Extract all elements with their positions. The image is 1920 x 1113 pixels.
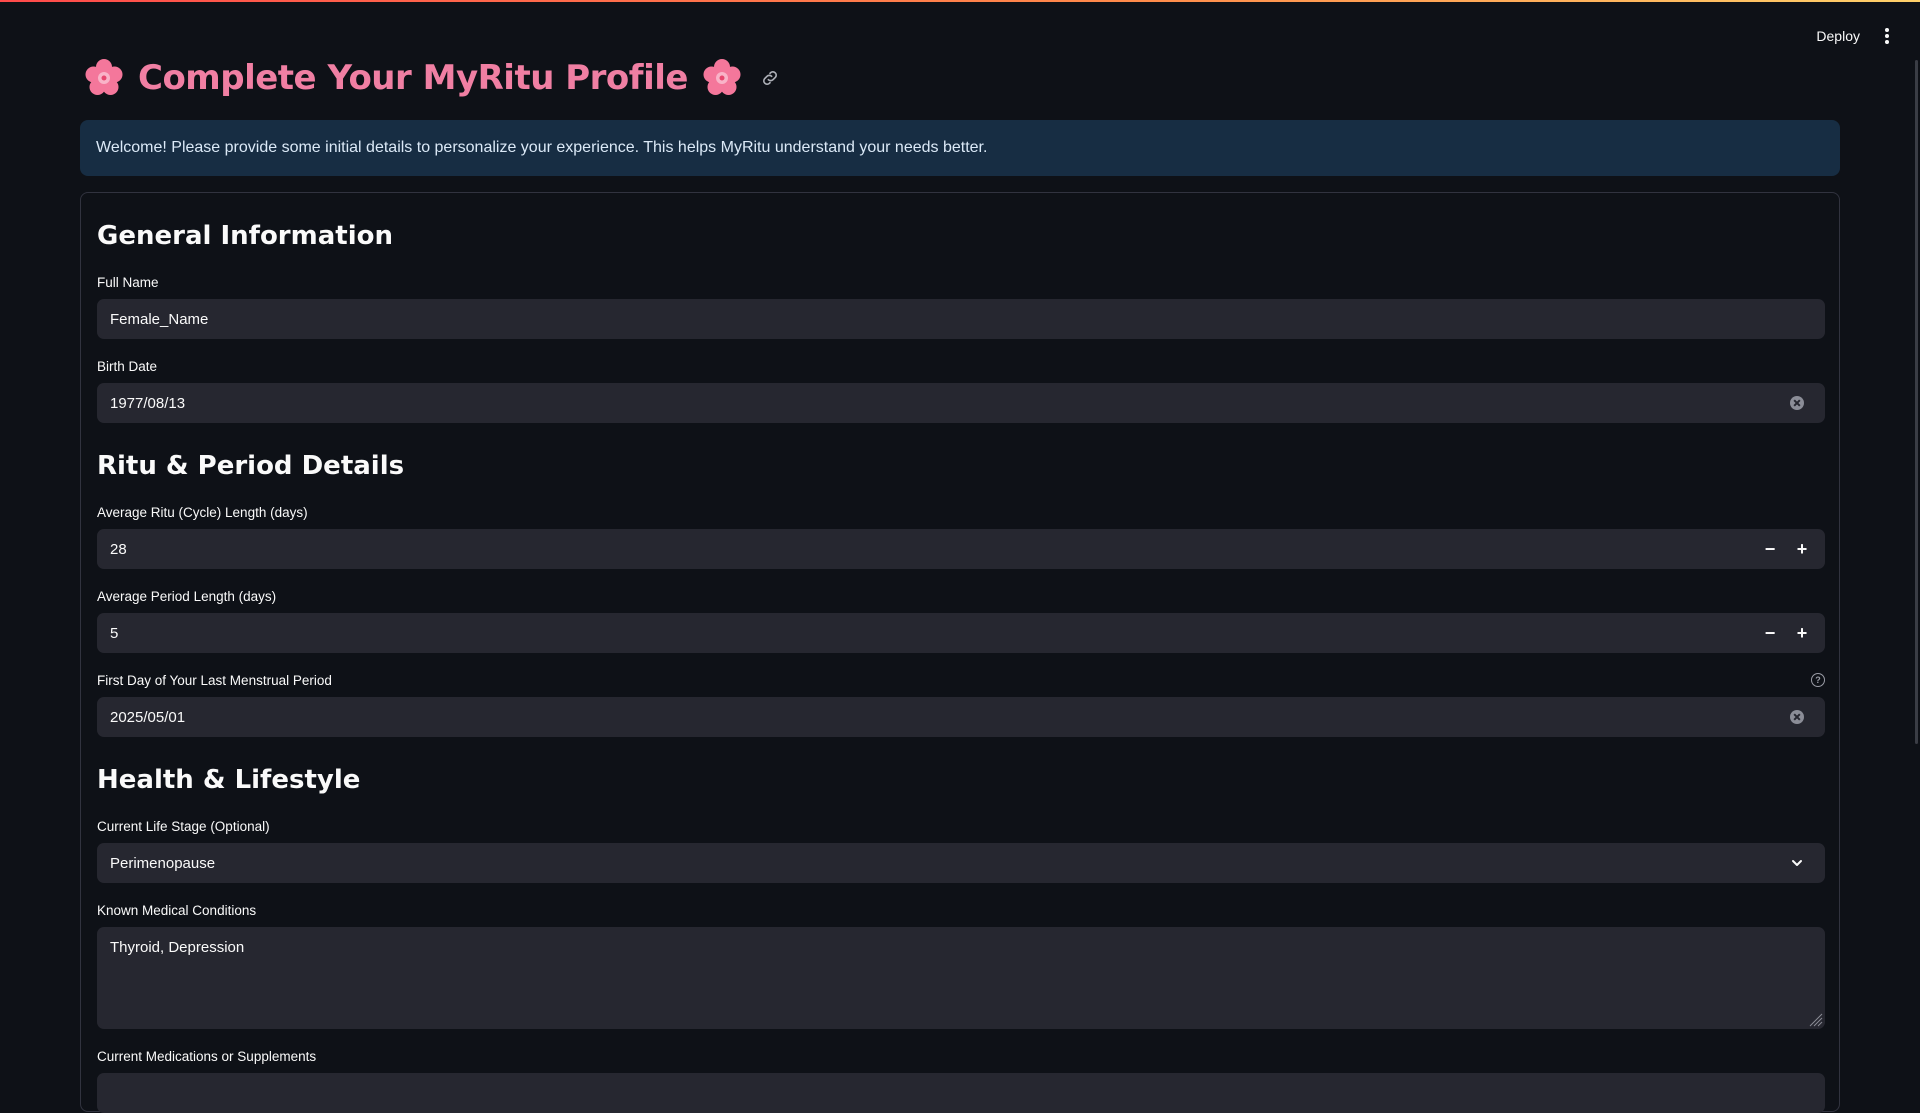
section-heading-general: General Information bbox=[97, 221, 393, 251]
section-heading-ritu: Ritu & Period Details bbox=[97, 451, 405, 481]
welcome-banner: Welcome! Please provide some initial det… bbox=[80, 120, 1840, 176]
birth-date-input[interactable]: 1977/08/13 bbox=[97, 383, 1825, 423]
app-toolbar: Deploy bbox=[1816, 22, 1894, 50]
period-length-input[interactable]: 5 − + bbox=[97, 613, 1825, 653]
medical-conditions-value: Thyroid, Depression bbox=[110, 939, 245, 956]
page-title: Complete Your MyRitu Profile bbox=[138, 58, 688, 98]
birth-date-label: Birth Date bbox=[97, 359, 158, 374]
cherry-blossom-icon bbox=[703, 59, 741, 95]
decrement-button[interactable]: − bbox=[1764, 540, 1776, 558]
clear-icon[interactable] bbox=[1790, 396, 1804, 410]
clear-icon[interactable] bbox=[1790, 710, 1804, 724]
medications-input[interactable] bbox=[97, 1073, 1825, 1113]
period-length-stepper: − + bbox=[1764, 624, 1808, 642]
resize-handle-icon[interactable] bbox=[1807, 1011, 1823, 1027]
decrement-button[interactable]: − bbox=[1764, 624, 1776, 642]
medical-conditions-textarea[interactable]: Thyroid, Depression bbox=[97, 927, 1825, 1029]
chevron-down-icon bbox=[1792, 860, 1802, 866]
cycle-length-input[interactable]: 28 − + bbox=[97, 529, 1825, 569]
help-icon[interactable]: ? bbox=[1811, 673, 1825, 687]
last-period-value: 2025/05/01 bbox=[110, 708, 186, 726]
full-name-value: Female_Name bbox=[110, 310, 209, 328]
birth-date-value: 1977/08/13 bbox=[110, 394, 186, 412]
life-stage-select[interactable]: Perimenopause bbox=[97, 843, 1825, 883]
banner-text: Welcome! Please provide some initial det… bbox=[96, 139, 988, 156]
life-stage-label: Current Life Stage (Optional) bbox=[97, 819, 270, 834]
top-decoration-bar bbox=[0, 0, 1920, 2]
page-title-row: Complete Your MyRitu Profile bbox=[84, 58, 780, 98]
period-length-value: 5 bbox=[110, 624, 119, 642]
page-scrollbar[interactable] bbox=[1915, 60, 1918, 744]
link-icon[interactable] bbox=[760, 68, 780, 88]
cycle-length-value: 28 bbox=[110, 540, 127, 558]
kebab-menu-icon[interactable] bbox=[1880, 26, 1894, 46]
last-period-input[interactable]: 2025/05/01 bbox=[97, 697, 1825, 737]
full-name-label: Full Name bbox=[97, 275, 159, 290]
increment-button[interactable]: + bbox=[1796, 624, 1808, 642]
cycle-length-label: Average Ritu (Cycle) Length (days) bbox=[97, 505, 308, 520]
life-stage-value: Perimenopause bbox=[110, 854, 216, 872]
medications-label: Current Medications or Supplements bbox=[97, 1049, 317, 1064]
profile-form: General Information Full Name Female_Nam… bbox=[80, 192, 1840, 1113]
increment-button[interactable]: + bbox=[1796, 540, 1808, 558]
last-period-label: First Day of Your Last Menstrual Period bbox=[97, 673, 332, 688]
period-length-label: Average Period Length (days) bbox=[97, 589, 277, 604]
medical-conditions-label: Known Medical Conditions bbox=[97, 903, 257, 918]
full-name-input[interactable]: Female_Name bbox=[97, 299, 1825, 339]
cycle-length-stepper: − + bbox=[1764, 540, 1808, 558]
cherry-blossom-icon bbox=[85, 59, 123, 95]
section-heading-health: Health & Lifestyle bbox=[97, 765, 361, 795]
deploy-button[interactable]: Deploy bbox=[1816, 28, 1860, 44]
